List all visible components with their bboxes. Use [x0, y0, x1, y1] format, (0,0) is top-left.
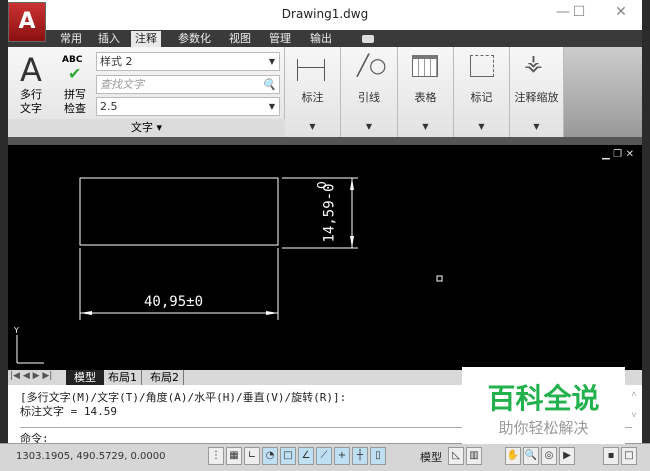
ortho-button[interactable]: ∟: [244, 447, 260, 465]
mtext-label2[interactable]: 文字: [20, 100, 42, 116]
leader-panel[interactable]: ╱○ 引线 ▼: [341, 47, 398, 137]
dropdown-icon: ▼: [309, 122, 316, 131]
vertical-dimension-text: 14,59-0: [321, 183, 338, 243]
spellcheck-label2[interactable]: 检查: [64, 100, 86, 116]
lineweight-button[interactable]: ┼: [352, 447, 368, 465]
steeringwheel-button[interactable]: ◎: [541, 447, 557, 465]
tab-layout2[interactable]: 布局2: [146, 370, 184, 385]
arrowhead: [80, 311, 92, 315]
tab-manage[interactable]: 管理: [265, 31, 295, 47]
drawing-svg: Y: [13, 177, 443, 364]
close-button[interactable]: ✕: [606, 4, 636, 20]
ribbon-minimize-icon[interactable]: [362, 35, 374, 43]
ducs-button[interactable]: ⟋: [316, 447, 332, 465]
watermark-title: 百科全说: [487, 382, 600, 415]
title-bar: Drawing1.dwg — ☐ ✕: [8, 0, 642, 30]
rectangle-shape: [79, 177, 279, 246]
tab-navigation-arrows[interactable]: |◀ ◀ ▶ ▶|: [10, 371, 52, 381]
checkmark-icon[interactable]: ✔: [68, 64, 81, 83]
osnap-button[interactable]: □: [280, 447, 296, 465]
dimension-panel[interactable]: 标注 ▼: [285, 47, 341, 137]
polar-button[interactable]: ◔: [262, 447, 278, 465]
annotation-scale-icon: ⚶: [524, 51, 543, 76]
markup-panel[interactable]: 标记 ▼: [454, 47, 510, 137]
status-bar: 1303.1905, 490.5729, 0.0000 ⋮ ▦ ∟ ◔ □ ∠ …: [0, 443, 650, 471]
dimension-label: 标注: [301, 91, 324, 104]
table-panel[interactable]: 表格 ▼: [398, 47, 454, 137]
tab-annotate[interactable]: 注释: [131, 31, 161, 47]
model-space-button[interactable]: 模型: [420, 449, 442, 465]
leader-icon: ╱○: [357, 53, 387, 77]
toolbar-lock-button[interactable]: ▪: [603, 447, 619, 465]
arrowhead: [350, 178, 354, 190]
tab-layout1[interactable]: 布局1: [104, 370, 142, 385]
annotation-scale-label: 注释缩放: [514, 91, 559, 104]
mtext-icon[interactable]: A: [20, 51, 42, 89]
cursor-pickbox: [436, 275, 443, 282]
otrack-button[interactable]: ∠: [298, 447, 314, 465]
clean-screen-button[interactable]: □: [621, 447, 637, 465]
text-height-select[interactable]: 2.5 ▼: [96, 97, 280, 116]
window-title: Drawing1.dwg: [281, 7, 369, 21]
quick-view-drawings-button[interactable]: ▥: [466, 447, 482, 465]
ribbon: A 多行 文字 ABC ✔ 拼写 检查 样式 2 ▼ 查找文字 🔍 2.5 ▼ 文字 …: [8, 47, 642, 137]
text-panel: A 多行 文字 ABC ✔ 拼写 检查 样式 2 ▼ 查找文字 🔍 2.5 ▼ 文字 …: [8, 47, 285, 137]
horizontal-dimension-text: 40,95±0: [144, 294, 204, 310]
text-style-select[interactable]: 样式 2 ▼: [96, 52, 280, 71]
zoom-button[interactable]: 🔍: [523, 447, 539, 465]
dropdown-icon: ▼: [422, 122, 429, 131]
tab-insert[interactable]: 插入: [94, 31, 124, 47]
quick-properties-button[interactable]: ▯: [370, 447, 386, 465]
drawing-canvas[interactable]: ▁ ❐ ✕ Y 40,95±0 14,59-0 0: [8, 145, 642, 370]
text-height-value: 2.5: [100, 100, 118, 113]
showmotion-button[interactable]: ▶: [559, 447, 575, 465]
watermark-subtitle: 助你轻松解决: [498, 419, 589, 437]
application-menu-button[interactable]: A: [8, 2, 46, 42]
dropdown-icon: ▼: [365, 122, 373, 131]
dyn-button[interactable]: +: [334, 447, 350, 465]
markup-icon: [470, 55, 494, 77]
tab-model[interactable]: 模型: [66, 370, 104, 385]
watermark: 百科全说 助你轻松解决: [462, 367, 625, 444]
tab-view[interactable]: 视图: [225, 31, 255, 47]
quick-view-layouts-button[interactable]: ◺: [448, 447, 464, 465]
tab-home[interactable]: 常用: [56, 31, 86, 47]
table-icon: [412, 55, 438, 77]
text-panel-title[interactable]: 文字 ▾: [8, 119, 285, 137]
leader-label: 引线: [358, 91, 380, 104]
find-text-input[interactable]: 查找文字 🔍: [96, 75, 280, 94]
maximize-button[interactable]: ☐: [564, 4, 594, 20]
markup-label: 标记: [470, 91, 493, 104]
command-scrollbar[interactable]: ˄ ˅: [628, 389, 640, 427]
tab-output[interactable]: 输出: [306, 31, 336, 47]
annotation-scaling-panel[interactable]: ⚶ 注释缩放 ▼: [510, 47, 564, 137]
grid-button[interactable]: ▦: [226, 447, 242, 465]
text-style-value: 样式 2: [100, 55, 133, 68]
vertical-tolerance-text: 0: [314, 181, 329, 189]
separator: [8, 137, 642, 145]
command-history-line: 标注文字 = 14.59: [20, 405, 117, 418]
pan-button[interactable]: ✋: [505, 447, 521, 465]
coordinates-readout: 1303.1905, 490.5729, 0.0000: [16, 451, 166, 462]
dropdown-icon: ▼: [533, 122, 540, 131]
table-label: 表格: [414, 91, 437, 104]
infer-constraints-button[interactable]: ⋮: [208, 447, 224, 465]
ribbon-empty: [564, 47, 642, 137]
find-placeholder: 查找文字: [100, 78, 144, 91]
dropdown-icon: ▼: [478, 122, 485, 131]
arrowhead: [266, 311, 278, 315]
arrowhead: [350, 236, 354, 248]
dimension-icon: [297, 59, 325, 81]
ucs-y-label: Y: [13, 326, 19, 335]
tab-parametric[interactable]: 参数化: [174, 31, 215, 47]
find-icon: 🔍: [262, 78, 276, 91]
ribbon-tabs: 常用 插入 注释 参数化 视图 管理 输出: [8, 30, 642, 47]
